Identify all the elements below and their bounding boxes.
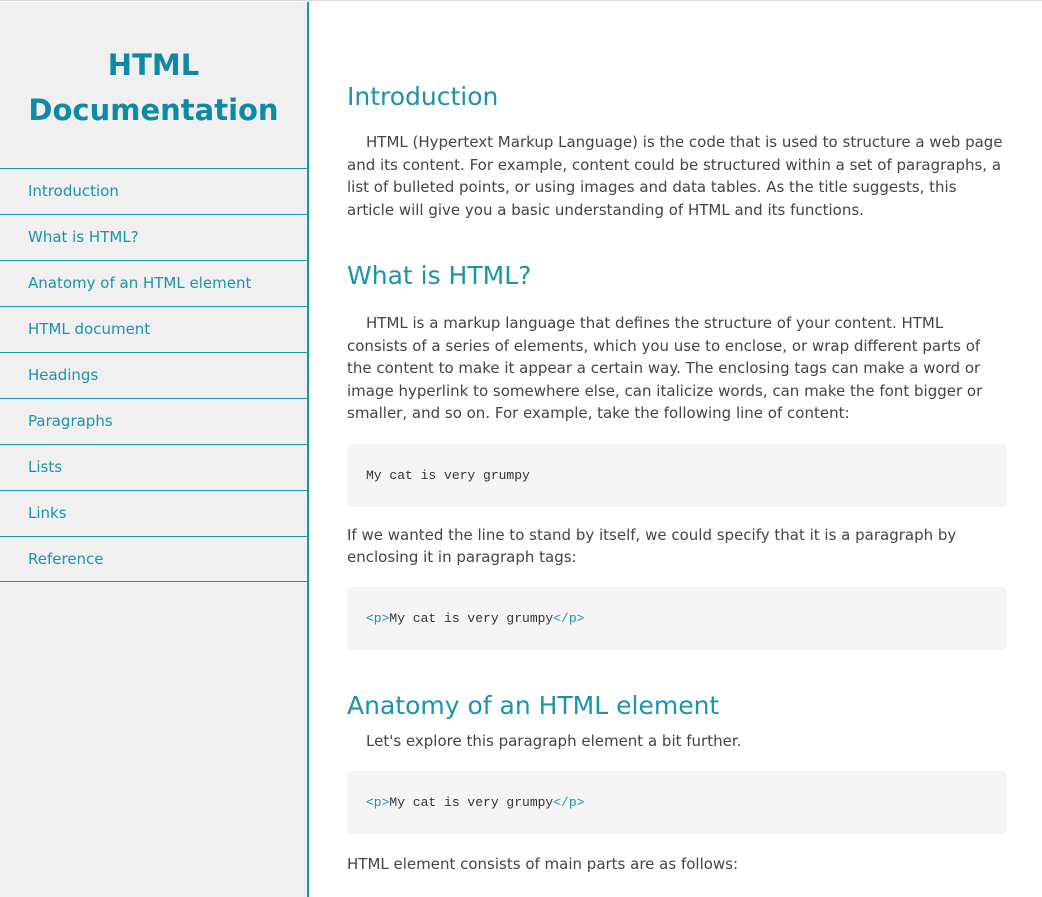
code-text: <p>My cat is very grumpy</p> (366, 611, 584, 626)
section-title: Introduction (347, 82, 499, 111)
section-introduction: Introduction HTML (Hypertext Markup Lang… (347, 80, 1007, 221)
section-anatomy: Anatomy of an HTML element Let's explore… (347, 688, 1007, 876)
nav-link-what-is-html[interactable]: What is HTML? (0, 214, 307, 260)
code-block: <p>My cat is very grumpy</p> (347, 586, 1007, 650)
code-text: My cat is very grumpy (366, 467, 530, 483)
nav-link-html-document[interactable]: HTML document (0, 306, 307, 352)
nav-link-paragraphs[interactable]: Paragraphs (0, 398, 307, 444)
code-text: <p>My cat is very grumpy</p> (366, 795, 584, 810)
code-content: My cat is very grumpy (389, 610, 554, 626)
section-paragraph: Let's explore this paragraph element a b… (366, 731, 742, 750)
section-what-is-html: What is HTML? HTML is a markup language … (347, 259, 1007, 650)
nav-link-headings[interactable]: Headings (0, 352, 307, 398)
nav-link-reference[interactable]: Reference (0, 536, 307, 582)
section-title: What is HTML? (347, 261, 532, 290)
nav-list: Introduction What is HTML? Anatomy of an… (0, 168, 307, 582)
code-close-tag: </p> (553, 610, 585, 626)
section-title: Anatomy of an HTML element (347, 690, 720, 720)
code-open-tag: <p> (366, 795, 390, 810)
nav-link-links[interactable]: Links (0, 490, 307, 536)
main-content: Introduction HTML (Hypertext Markup Lang… (347, 1, 1007, 876)
nav-link-introduction[interactable]: Introduction (0, 168, 307, 214)
code-block: My cat is very grumpy (347, 443, 1007, 507)
nav-title-line2: Documentation (28, 93, 279, 127)
section-paragraph: HTML element consists of main parts are … (347, 855, 739, 873)
navbar: HTML Documentation Introduction What is … (0, 2, 309, 897)
nav-link-anatomy[interactable]: Anatomy of an HTML element (0, 260, 307, 306)
code-close-tag: </p> (553, 795, 585, 810)
section-paragraph: If we wanted the line to stand by itself… (347, 525, 957, 567)
code-content: My cat is very grumpy (389, 795, 554, 810)
nav-title-line1: HTML (107, 48, 200, 82)
section-paragraph: HTML is a markup language that defines t… (347, 314, 983, 422)
code-block: <p>My cat is very grumpy</p> (347, 771, 1007, 834)
code-open-tag: <p> (366, 610, 390, 626)
section-paragraph: HTML (Hypertext Markup Language) is the … (347, 133, 1003, 219)
nav-title: HTML Documentation (0, 2, 307, 168)
nav-link-lists[interactable]: Lists (0, 444, 307, 490)
